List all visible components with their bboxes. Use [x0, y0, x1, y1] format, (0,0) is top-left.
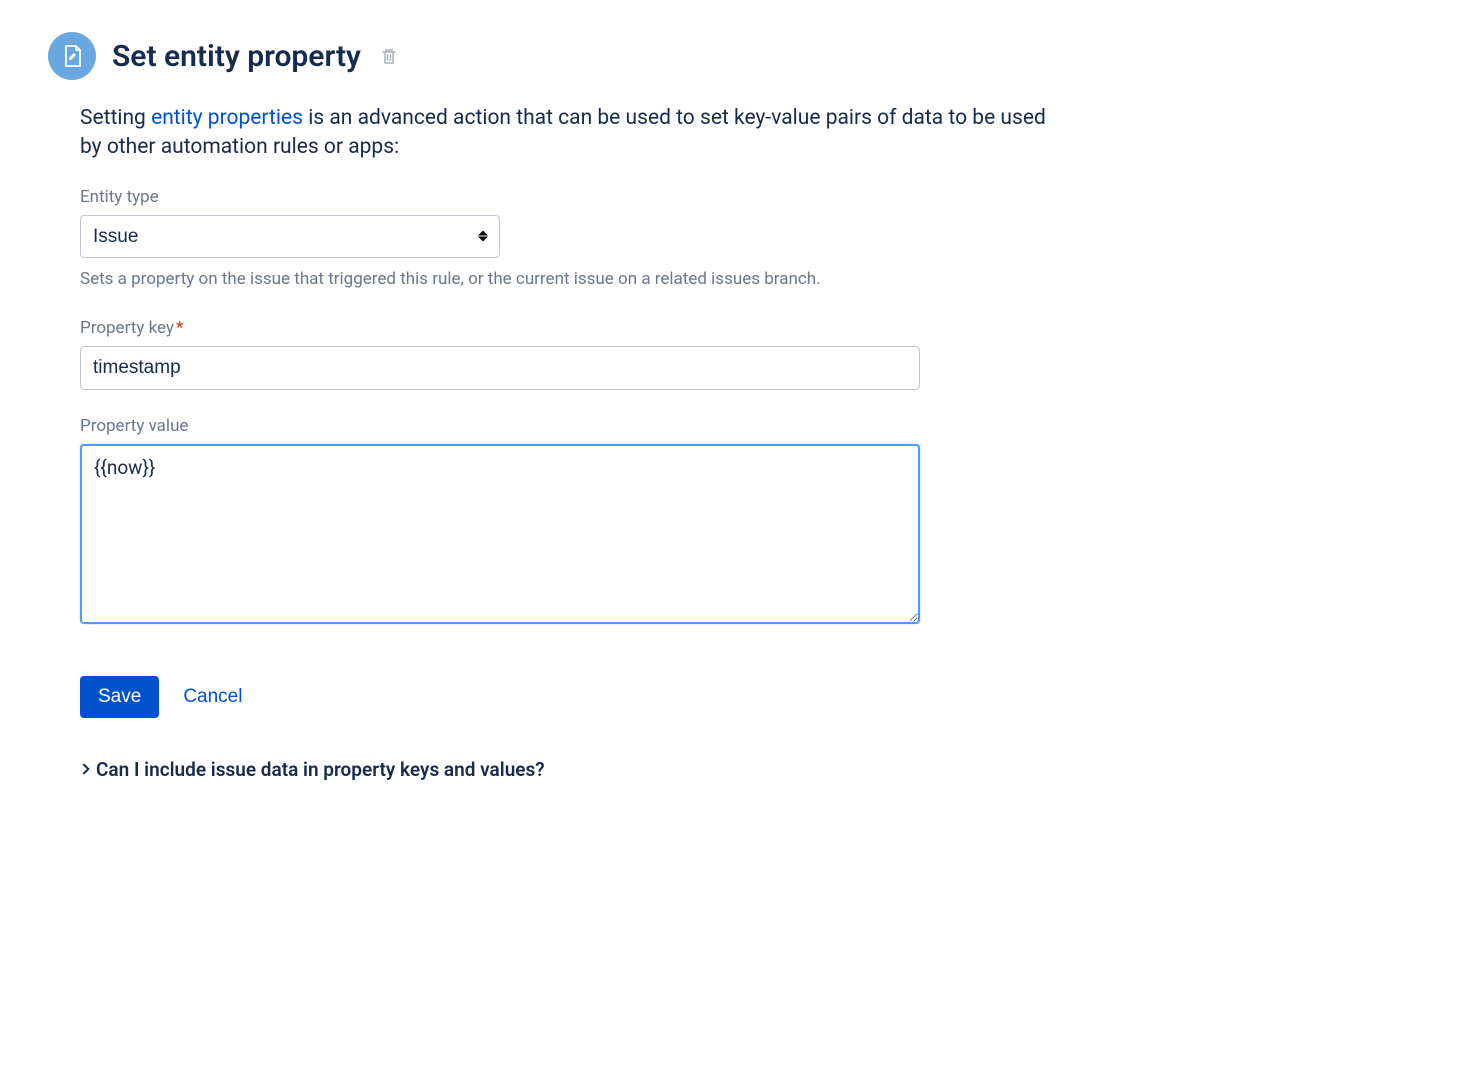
entity-type-select[interactable]: Issue: [80, 215, 500, 258]
entity-properties-link[interactable]: entity properties: [151, 106, 303, 130]
property-key-label: Property key*: [80, 318, 1068, 338]
entity-type-label: Entity type: [80, 187, 1068, 207]
header: Set entity property: [48, 32, 1414, 80]
chevron-right-icon: [78, 763, 89, 774]
page-title: Set entity property: [112, 39, 361, 74]
property-value-label: Property value: [80, 416, 1068, 436]
property-key-input[interactable]: [80, 346, 920, 390]
help-expander[interactable]: Can I include issue data in property key…: [80, 758, 1068, 781]
delete-icon[interactable]: [381, 47, 397, 65]
cancel-button[interactable]: Cancel: [183, 686, 242, 708]
description-text: Setting entity properties is an advanced…: [80, 104, 1068, 163]
action-icon: [48, 32, 96, 80]
actions-row: Save Cancel: [80, 676, 1068, 718]
expander-label: Can I include issue data in property key…: [96, 758, 545, 781]
save-button[interactable]: Save: [80, 676, 159, 718]
property-value-textarea[interactable]: [80, 444, 920, 624]
entity-type-help: Sets a property on the issue that trigge…: [80, 268, 1068, 292]
